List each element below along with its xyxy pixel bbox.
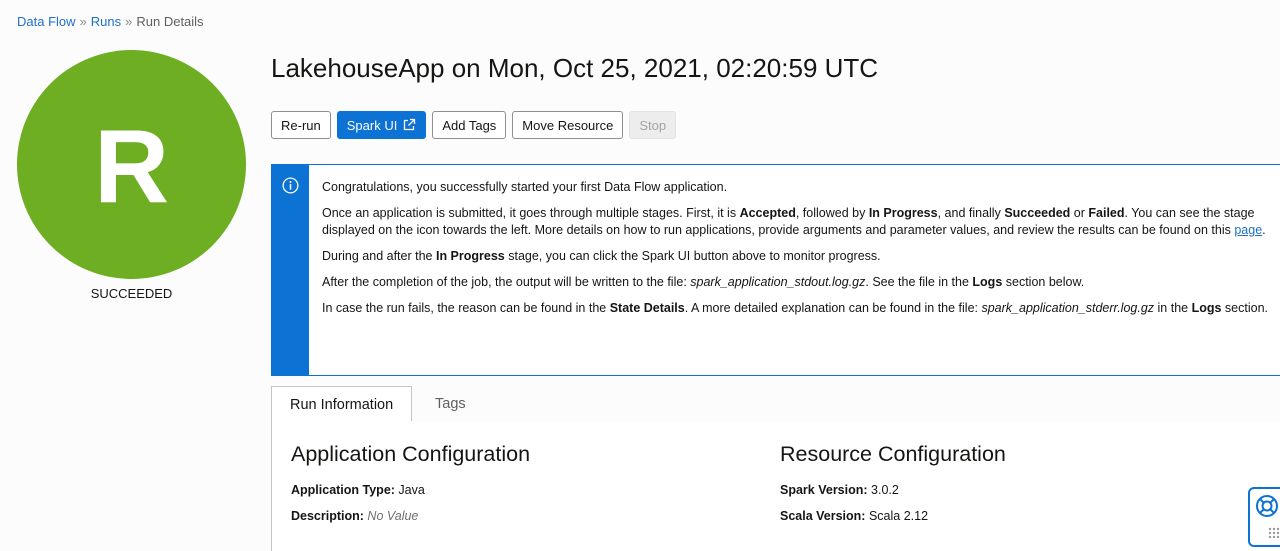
info-text: During and after the [322,249,436,263]
status-avatar: R [17,50,246,279]
lifebuoy-icon [1255,494,1279,523]
info-emphasis: State Details [609,301,685,315]
action-toolbar: Re-run Spark UI Add Tags Move Resource S… [271,111,677,139]
field-value: No Value [367,509,419,523]
run-information-panel: Application Configuration Application Ty… [271,421,1280,551]
tab-tags[interactable]: Tags [417,386,484,422]
info-paragraph: Congratulations, you successfully starte… [322,179,1275,196]
field-value: 3.0.2 [871,483,899,497]
field-label: Application Type: [291,483,395,497]
status-label: SUCCEEDED [90,286,173,301]
info-banner: Congratulations, you successfully starte… [271,164,1280,376]
info-text: stage, you can click the Spark UI button… [504,249,881,263]
spark-ui-button[interactable]: Spark UI [336,111,427,139]
spark-ui-label: Spark UI [346,117,398,133]
info-text: In case the run fails, the reason can be… [322,301,610,315]
info-filename: spark_application_stderr.log.gz [981,301,1155,315]
spark-version-field: Spark Version: 3.0.2 [780,483,899,497]
info-text: or [1070,206,1089,220]
info-emphasis: Failed [1088,206,1125,220]
rerun-button[interactable]: Re-run [271,111,331,139]
info-text: . A more detailed explanation can be fou… [684,301,982,315]
breadcrumb: Data Flow» Runs» Run Details [17,14,204,29]
info-banner-bar [272,165,309,375]
info-filename: spark_application_stdout.log.gz [690,275,866,289]
application-configuration-heading: Application Configuration [291,442,531,466]
info-text: . [1262,223,1266,237]
breadcrumb-separator: » [79,14,87,29]
breadcrumb-data-flow[interactable]: Data Flow [17,14,76,29]
external-link-icon [402,118,416,132]
info-text: , followed by [795,206,869,220]
info-emphasis: Logs [1191,301,1222,315]
info-text: Once an application is submitted, it goe… [322,206,740,220]
scala-version-field: Scala Version: Scala 2.12 [780,509,928,523]
info-emphasis: Succeeded [1004,206,1071,220]
field-value: Java [398,483,425,497]
add-tags-button[interactable]: Add Tags [432,111,507,139]
info-paragraph: After the completion of the job, the out… [322,274,1275,291]
breadcrumb-runs[interactable]: Runs [91,14,121,29]
page-title: LakehouseApp on Mon, Oct 25, 2021, 02:20… [271,53,879,83]
drag-handle-icon[interactable] [1268,526,1280,544]
info-text: section. [1221,301,1268,315]
info-text: section below. [1002,275,1085,289]
description-field: Description: No Value [291,509,418,523]
field-label: Description: [291,509,364,523]
docs-page-link[interactable]: page [1234,223,1262,237]
detail-tabs: Run Information Tags [271,386,1280,423]
breadcrumb-separator: » [125,14,133,29]
info-text: . See the file in the [865,275,973,289]
info-text: After the completion of the job, the out… [322,275,691,289]
field-label: Spark Version: [780,483,868,497]
info-banner-content: Congratulations, you successfully starte… [322,179,1275,326]
info-emphasis: Accepted [739,206,796,220]
info-text: , and finally [937,206,1005,220]
info-paragraph: During and after the In Progress stage, … [322,248,1275,265]
application-type-field: Application Type: Java [291,483,425,497]
field-value: Scala 2.12 [868,509,929,523]
info-emphasis: Logs [972,275,1003,289]
stop-button: Stop [629,111,677,139]
field-label: Scala Version: [780,509,866,523]
move-resource-button[interactable]: Move Resource [512,111,624,139]
info-emphasis: In Progress [435,249,505,263]
info-paragraph: In case the run fails, the reason can be… [322,300,1275,317]
info-text: in the [1154,301,1192,315]
info-paragraph: Once an application is submitted, it goe… [322,205,1275,239]
info-emphasis: In Progress [868,206,938,220]
info-icon [282,177,299,199]
info-text: Congratulations, you successfully starte… [322,180,728,194]
tab-run-information[interactable]: Run Information [271,386,413,423]
breadcrumb-current: Run Details [136,14,204,29]
resource-configuration-heading: Resource Configuration [780,442,1006,466]
status-letter: R [93,108,170,225]
